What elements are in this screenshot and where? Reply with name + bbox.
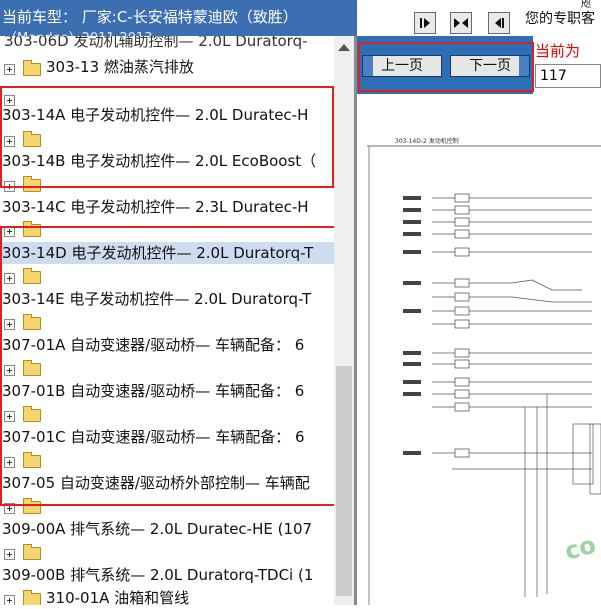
- document-view[interactable]: 303-14D-2 发动机控制 co: [357, 94, 601, 605]
- current-page-input[interactable]: 117: [535, 64, 601, 88]
- doc-header: 303-14D-2 发动机控制: [395, 137, 459, 145]
- tree-item-partial[interactable]: 303-06D 发动机辅助控制— 2.0L Duratorq-: [4, 36, 308, 52]
- scroll-thumb[interactable]: [336, 366, 352, 596]
- tree-item[interactable]: 310-01A 油箱和管线: [46, 587, 189, 605]
- title-bar: 当前车型： 厂家:C-长安福特蒙迪欧（致胜） （Mondeo）2011-2013: [0, 0, 357, 36]
- folder-icon: [23, 590, 41, 605]
- scroll-up-icon[interactable]: [338, 44, 350, 51]
- tree-item[interactable]: 303-13 燃油蒸汽排放: [46, 56, 194, 78]
- hint-text: 您的专职客: [525, 11, 595, 27]
- tree-item[interactable]: 309-00A 排气系统— 2.0L Duratec-HE (107: [2, 518, 312, 540]
- tree-scrollbar[interactable]: [334, 36, 354, 605]
- folder-icon: [23, 544, 41, 560]
- expand-icon[interactable]: [4, 595, 15, 605]
- tree-item[interactable]: 303-14C 电子发动机控件— 2.3L Duratec-H: [2, 196, 309, 218]
- expand-icon[interactable]: [4, 64, 15, 75]
- next-frame-button[interactable]: [414, 12, 436, 34]
- current-page-label: 当前为: [535, 42, 581, 60]
- watermark-text: co: [562, 531, 599, 566]
- vehicle-subtitle: （Mondeo）2011-2013: [4, 27, 152, 36]
- wiring-diagram: 303-14D-2 发动机控制 co: [367, 137, 601, 605]
- vehicle-title: 当前车型： 厂家:C-长安福特蒙迪欧（致胜）: [2, 8, 298, 26]
- highlight-box-nav: [358, 42, 534, 92]
- tree-item[interactable]: 309-00B 排气系统— 2.0L Duratorq-TDCi (1: [2, 564, 313, 586]
- prev-frame-button[interactable]: [488, 12, 510, 34]
- folder-icon: [23, 60, 41, 76]
- fit-width-button[interactable]: [450, 12, 472, 34]
- highlight-box-14d-307: [0, 226, 346, 506]
- highlight-box-14ab: [0, 86, 334, 188]
- expand-icon[interactable]: [4, 549, 15, 560]
